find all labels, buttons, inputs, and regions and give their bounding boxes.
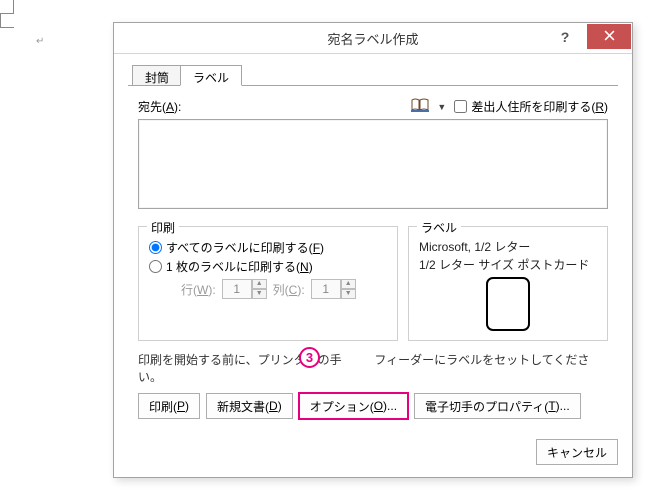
print-one-radio[interactable]: 1 枚のラベルに印刷する(N) (149, 258, 387, 275)
print-one-input[interactable] (149, 260, 162, 273)
new-document-button[interactable]: 新規文書(D) (206, 393, 293, 419)
print-all-radio[interactable]: すべてのラベルに印刷する(F) (149, 239, 387, 256)
row-input (222, 279, 252, 299)
options-button[interactable]: オプション(O)... (299, 393, 408, 419)
row-down-icon: ▼ (252, 289, 267, 299)
row-up-icon: ▲ (252, 279, 267, 289)
crop-mark-tr (0, 14, 14, 28)
address-book-dropdown[interactable]: ▼ (435, 102, 448, 112)
row-label: 行(W): (181, 281, 216, 298)
close-icon (604, 30, 615, 44)
col-stepper: ▲▼ (311, 279, 356, 299)
titlebar: 宛名ラベル作成 ? (114, 23, 632, 54)
annotation-badge: 3 (299, 347, 320, 368)
print-all-input[interactable] (149, 241, 162, 254)
col-input (311, 279, 341, 299)
tab-label[interactable]: ラベル (180, 65, 242, 86)
label-product: 1/2 レター サイズ ポストカード (419, 256, 597, 273)
col-up-icon: ▲ (341, 279, 356, 289)
tab-strip: 封筒 ラベル (128, 64, 618, 86)
label-preview-icon (486, 277, 530, 331)
label-group-title: ラベル (417, 219, 461, 236)
col-label: 列(C): (273, 281, 305, 298)
return-address-label: 差出人住所を印刷する(R) (471, 98, 608, 115)
help-button[interactable]: ? (543, 24, 587, 49)
address-label: 宛先(A): (138, 98, 181, 115)
estamp-button[interactable]: 電子切手のプロパティ(T)... (414, 393, 581, 419)
return-address-checkbox[interactable]: 差出人住所を印刷する(R) (454, 98, 608, 115)
label-group: ラベル Microsoft, 1/2 レター 1/2 レター サイズ ポストカー… (408, 226, 608, 341)
row-stepper: ▲▼ (222, 279, 267, 299)
print-group-title: 印刷 (147, 219, 179, 236)
labels-dialog: 宛名ラベル作成 ? 封筒 ラベル 宛先(A): (113, 22, 633, 478)
address-book-icon (411, 98, 429, 112)
label-vendor: Microsoft, 1/2 レター (419, 238, 597, 255)
return-address-input[interactable] (454, 100, 467, 113)
cancel-button[interactable]: キャンセル (536, 439, 618, 465)
address-textarea[interactable] (138, 119, 608, 209)
crop-mark-tl (0, 0, 14, 14)
print-button[interactable]: 印刷(P) (138, 393, 200, 419)
tab-envelope[interactable]: 封筒 (132, 65, 182, 86)
close-button[interactable] (587, 24, 631, 49)
print-group: 印刷 すべてのラベルに印刷する(F) 1 枚のラベルに印刷する(N) (138, 226, 398, 341)
return-glyph: ↵ (36, 36, 44, 47)
col-down-icon: ▼ (341, 289, 356, 299)
address-book-button[interactable] (411, 98, 429, 115)
